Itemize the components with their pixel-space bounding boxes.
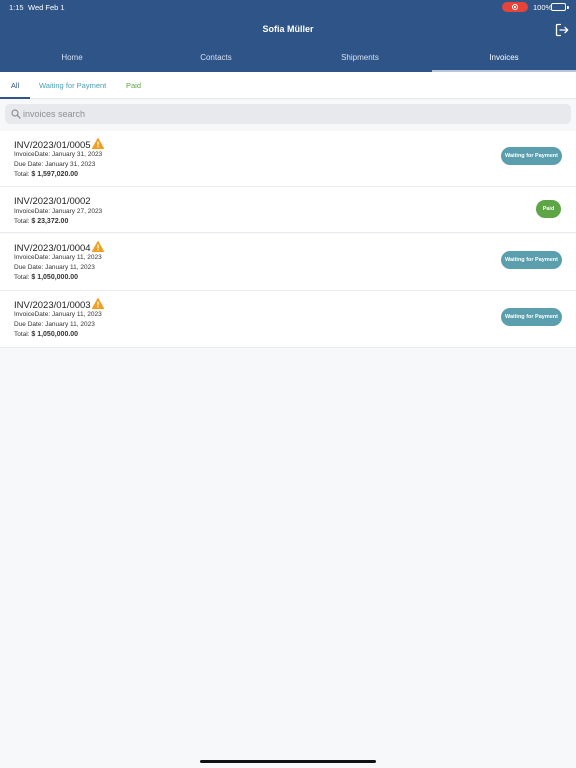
invoice-date: InvoiceDate: January 27, 2023 [14,208,103,215]
invoice-row[interactable]: INV/2023/01/0002 InvoiceDate: January 27… [0,187,576,233]
status-badge: Waiting for Payment [501,147,562,165]
total-label: Total: [14,274,30,281]
warning-icon [91,241,104,252]
status-badge: Waiting for Payment [501,308,562,326]
total-label: Total: [14,171,30,178]
due-date: Due Date: January 11, 2023 [14,321,95,328]
tab-invoices[interactable]: Invoices [432,44,576,72]
status-time: 1:15 [9,3,24,12]
filter-waiting-for-payment[interactable]: Waiting for Payment [39,72,106,99]
tab-shipments[interactable]: Shipments [288,44,432,72]
screen-recording-icon [502,2,528,12]
total-amount: $ 1,050,000.00 [31,331,79,338]
logout-icon[interactable] [555,23,569,37]
total-label: Total: [14,218,30,225]
filter-all[interactable]: All [0,72,30,99]
invoice-number: INV/2023/01/0005 [14,140,91,151]
status-badge: Waiting for Payment [501,251,562,269]
status-date: Wed Feb 1 [28,3,65,12]
filter-bar: All Waiting for Payment Paid [0,72,576,99]
page-title: Sofia Müller [262,24,314,34]
tab-bar: Home Contacts Shipments Invoices [0,44,576,72]
search-bar [5,104,571,124]
app-header: 1:15 Wed Feb 1 100% Sofia Müller Home Co… [0,0,576,72]
battery-percentage: 100% [533,3,553,12]
total-amount: $ 1,050,000.00 [31,274,79,281]
invoice-row[interactable]: INV/2023/01/0005 InvoiceDate: January 31… [0,131,576,187]
invoice-number: INV/2023/01/0004 [14,243,91,254]
warning-icon [91,138,104,149]
tab-home[interactable]: Home [0,44,144,72]
invoice-number: INV/2023/01/0003 [14,300,91,311]
search-input[interactable] [23,104,553,124]
invoice-date: InvoiceDate: January 31, 2023 [14,151,103,158]
total-label: Total: [14,331,30,338]
invoice-date: InvoiceDate: January 11, 2023 [14,254,102,261]
invoice-row[interactable]: INV/2023/01/0003 InvoiceDate: January 11… [0,291,576,348]
home-indicator[interactable] [200,760,376,763]
total-amount: $ 1,597,020.00 [31,171,79,178]
invoice-date: InvoiceDate: January 11, 2023 [14,311,102,318]
battery-icon [551,3,566,11]
invoice-number: INV/2023/01/0002 [14,196,91,207]
invoice-row[interactable]: INV/2023/01/0004 InvoiceDate: January 11… [0,234,576,291]
search-icon [11,109,21,119]
due-date: Due Date: January 11, 2023 [14,264,95,271]
status-badge: Paid [536,200,561,218]
due-date: Due Date: January 31, 2023 [14,161,96,168]
total-amount: $ 23,372.00 [31,218,69,225]
warning-icon [91,298,104,309]
tab-contacts[interactable]: Contacts [144,44,288,72]
filter-paid[interactable]: Paid [126,72,141,99]
